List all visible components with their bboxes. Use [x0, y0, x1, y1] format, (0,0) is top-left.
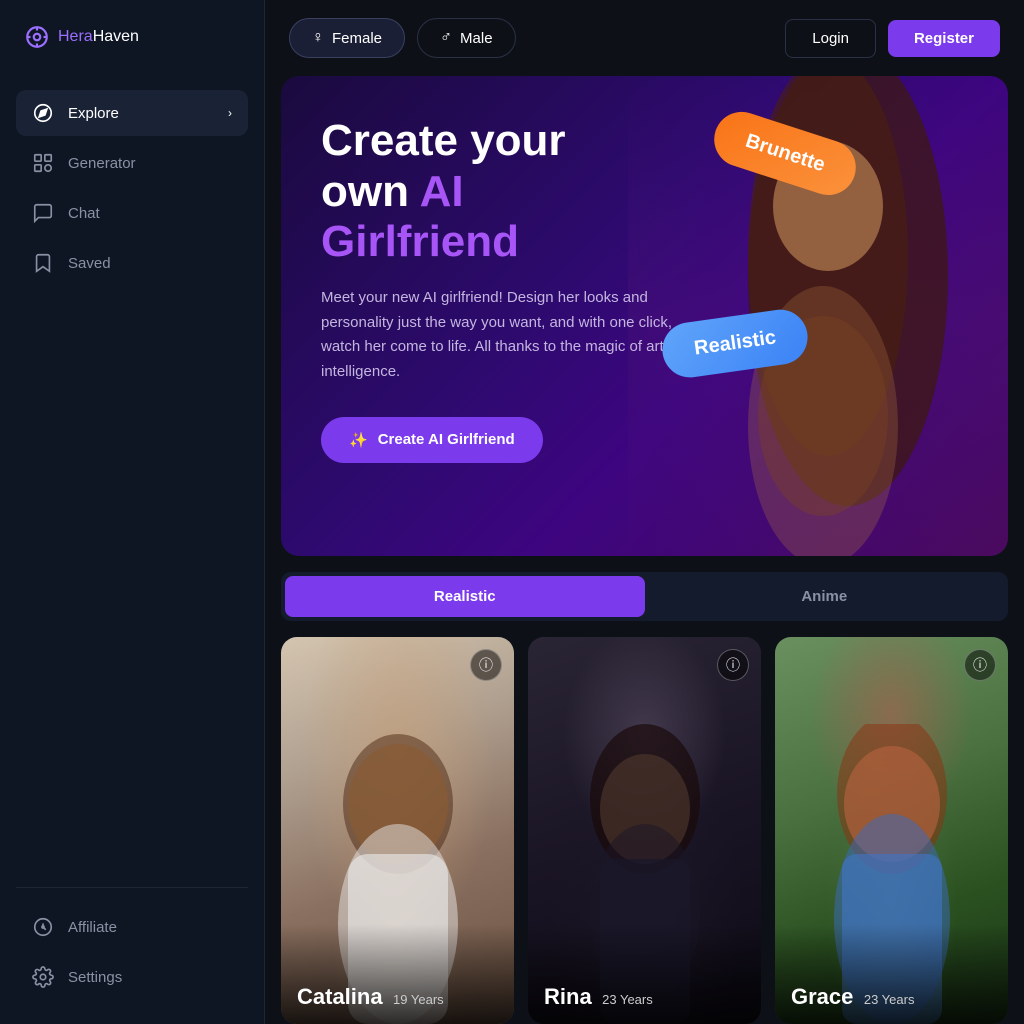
hero-title: Create your own AI Girlfriend — [321, 116, 701, 268]
hero-description: Meet your new AI girlfriend! Design her … — [321, 286, 701, 385]
register-button[interactable]: Register — [888, 20, 1000, 57]
card-info-button-grace[interactable]: ⓘ — [964, 649, 996, 681]
affiliate-icon — [32, 916, 54, 938]
card-label-grace: Grace 23 Years — [775, 924, 1008, 1024]
style-tabs: Realistic Anime — [281, 572, 1008, 621]
card-age-catalina: 19 Years — [393, 992, 444, 1007]
sidebar-item-chat[interactable]: Chat — [16, 190, 248, 236]
card-label-catalina: Catalina 19 Years — [281, 924, 514, 1024]
tab-realistic[interactable]: Realistic — [285, 576, 645, 617]
card-info-button-rina[interactable]: ⓘ — [717, 649, 749, 681]
card-name-catalina: Catalina — [297, 984, 383, 1009]
card-catalina[interactable]: ⓘ Catalina 19 Years — [281, 637, 514, 1024]
girlfriend-cards: ⓘ Catalina 19 Years ⓘ — [265, 637, 1024, 1024]
settings-icon — [32, 966, 54, 988]
saved-icon — [32, 252, 54, 274]
chevron-right-icon: › — [228, 106, 232, 120]
card-info-button-catalina[interactable]: ⓘ — [470, 649, 502, 681]
card-name-rina: Rina — [544, 984, 592, 1009]
create-girlfriend-button[interactable]: ✨ Create AI Girlfriend — [321, 417, 543, 463]
male-button[interactable]: ♂ Male — [417, 18, 516, 58]
sidebar-item-generator[interactable]: Generator — [16, 140, 248, 186]
sidebar-saved-label: Saved — [68, 255, 111, 272]
card-age-grace: 23 Years — [864, 992, 915, 1007]
main-content: ♀ Female ♂ Male Login Register — [265, 0, 1024, 1024]
sidebar-generator-label: Generator — [68, 155, 136, 172]
login-button[interactable]: Login — [785, 19, 876, 58]
nav-items: Explore › Generator Chat Saved — [16, 90, 248, 887]
compass-icon — [32, 102, 54, 124]
sidebar-explore-label: Explore — [68, 105, 119, 122]
sidebar-item-settings[interactable]: Settings — [16, 954, 248, 1000]
wand-icon: ✨ — [349, 431, 368, 449]
sidebar-bottom: Affiliate Settings — [16, 887, 248, 1000]
logo-text: HeraHaven — [58, 28, 139, 46]
sidebar-item-affiliate[interactable]: Affiliate — [16, 904, 248, 950]
topbar: ♀ Female ♂ Male Login Register — [265, 0, 1024, 76]
sidebar-settings-label: Settings — [68, 969, 122, 986]
logo: HeraHaven — [16, 24, 248, 50]
sidebar-affiliate-label: Affiliate — [68, 919, 117, 936]
sidebar-chat-label: Chat — [68, 205, 100, 222]
female-button[interactable]: ♀ Female — [289, 18, 405, 58]
hero-section: Create your own AI Girlfriend Meet your … — [281, 76, 1008, 556]
card-label-rina: Rina 23 Years — [528, 924, 761, 1024]
tab-anime[interactable]: Anime — [645, 576, 1005, 617]
female-icon: ♀ — [312, 29, 324, 47]
generator-icon — [32, 152, 54, 174]
sidebar: HeraHaven Explore › Generator — [0, 0, 265, 1024]
card-name-grace: Grace — [791, 984, 853, 1009]
card-grace[interactable]: ⓘ Grace 23 Years — [775, 637, 1008, 1024]
male-icon: ♂ — [440, 29, 452, 47]
card-age-rina: 23 Years — [602, 992, 653, 1007]
logo-icon — [24, 24, 50, 50]
hero-text-content: Create your own AI Girlfriend Meet your … — [321, 116, 701, 463]
sidebar-item-saved[interactable]: Saved — [16, 240, 248, 286]
chat-icon — [32, 202, 54, 224]
sidebar-item-explore[interactable]: Explore › — [16, 90, 248, 136]
card-rina[interactable]: ⓘ Rina 23 Years — [528, 637, 761, 1024]
